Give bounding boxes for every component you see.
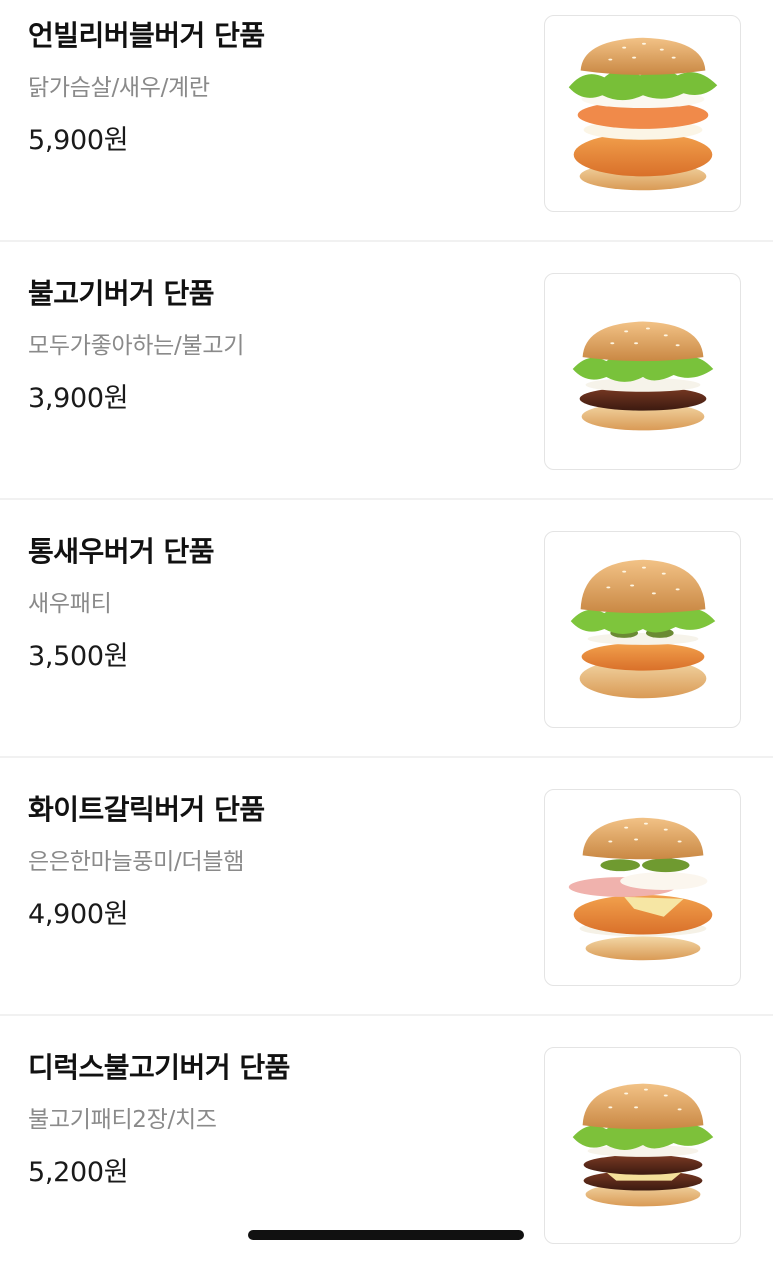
item-description: 닭가슴살/새우/계란 — [28, 75, 210, 101]
item-description: 모두가좋아하는/불고기 — [28, 333, 245, 359]
shrimp-burger-image[interactable] — [544, 531, 741, 728]
item-price: 3,900원 — [28, 383, 129, 414]
item-price: 3,500원 — [28, 641, 129, 672]
item-name: 통새우버거 단품 — [28, 535, 215, 568]
unbelievable-burger-image[interactable] — [544, 15, 741, 212]
white-garlic-burger-image[interactable] — [544, 789, 741, 986]
item-price: 4,900원 — [28, 899, 129, 930]
bulgogi-burger-image[interactable] — [544, 273, 741, 470]
item-price: 5,200원 — [28, 1157, 129, 1188]
item-name: 불고기버거 단품 — [28, 277, 215, 310]
deluxe-bulgogi-burger-image[interactable] — [544, 1047, 741, 1244]
menu-item[interactable]: 언빌리버블버거 단품 닭가슴살/새우/계란 5,900원 — [0, 0, 773, 242]
item-name: 언빌리버블버거 단품 — [28, 19, 265, 52]
item-name: 화이트갈릭버거 단품 — [28, 793, 265, 826]
home-indicator[interactable] — [248, 1230, 524, 1240]
item-price: 5,900원 — [28, 125, 129, 156]
menu-item[interactable]: 통새우버거 단품 새우패티 3,500원 — [0, 500, 773, 758]
menu-item[interactable]: 화이트갈릭버거 단품 은은한마늘풍미/더블햄 4,900원 — [0, 758, 773, 1016]
item-name: 디럭스불고기버거 단품 — [28, 1051, 290, 1084]
item-description: 새우패티 — [28, 591, 112, 617]
menu-item[interactable]: 불고기버거 단품 모두가좋아하는/불고기 3,900원 — [0, 242, 773, 500]
menu-list: 언빌리버블버거 단품 닭가슴살/새우/계란 5,900원 불고기버거 단품 모두… — [0, 0, 773, 1274]
item-description: 은은한마늘풍미/더블햄 — [28, 849, 245, 875]
item-description: 불고기패티2장/치즈 — [28, 1107, 217, 1133]
